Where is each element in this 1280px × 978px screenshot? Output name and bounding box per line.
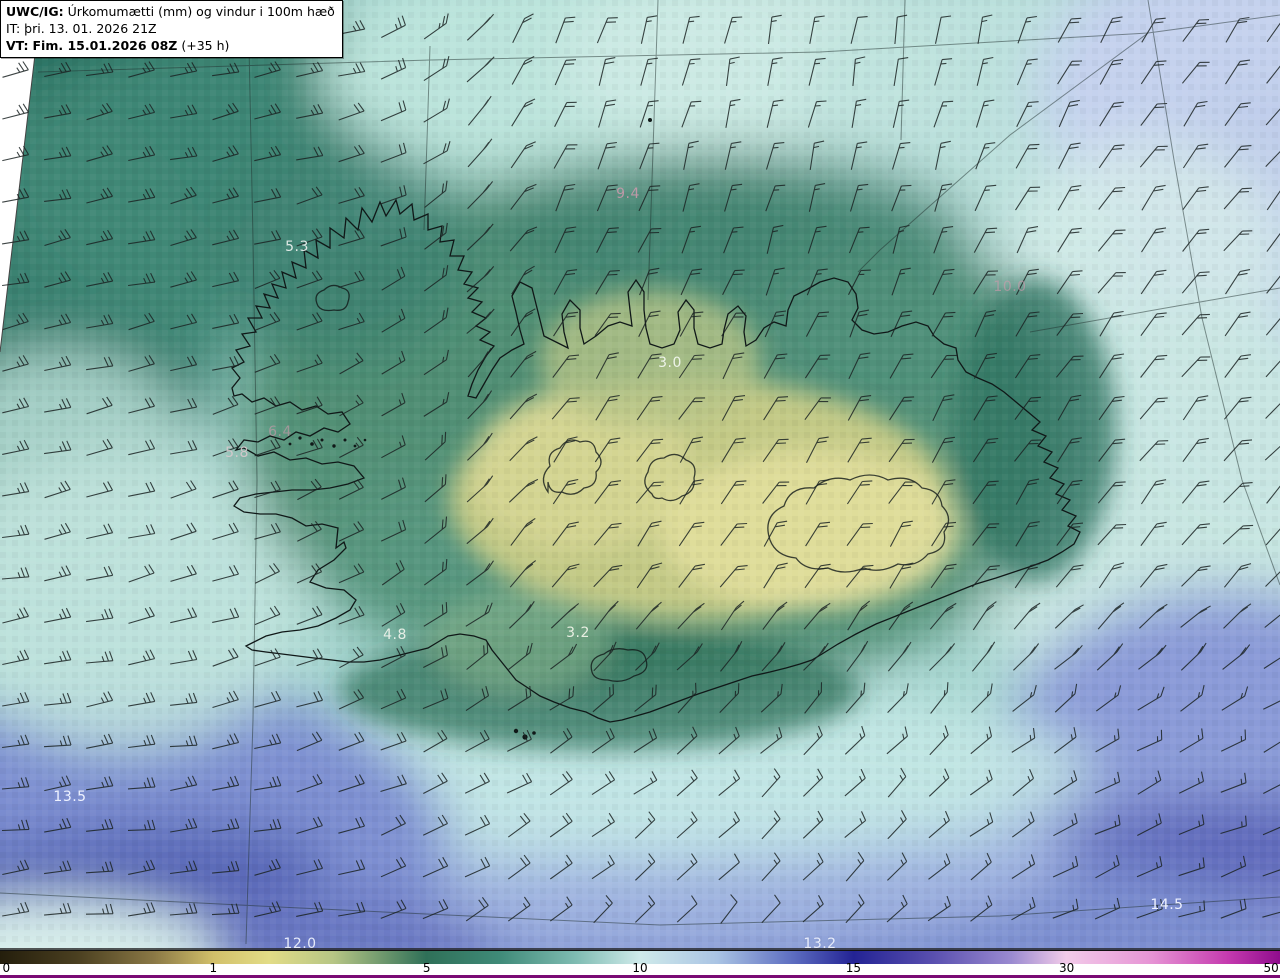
colorbar: 0 1 5 10 15 30 50 — [0, 950, 1280, 978]
colorbar-tick-label: 5 — [422, 961, 431, 975]
model-label: UWC/IG: — [6, 4, 64, 19]
model-grid-texture — [0, 0, 1280, 950]
island-dot — [363, 438, 367, 442]
valid-label: VT: — [6, 38, 29, 53]
init-label: IT: — [6, 21, 21, 36]
colorbar-tick-label: 30 — [1059, 961, 1075, 975]
colorbar-tick-label: 10 — [632, 961, 648, 975]
title-line: UWC/IG: Úrkomumætti (mm) og vindur i 100… — [6, 3, 335, 20]
lead-time: (+35 h) — [181, 38, 230, 53]
island-dot — [332, 444, 336, 448]
island-dot — [298, 436, 302, 440]
island-dot — [532, 731, 536, 735]
map-area — [0, 0, 1280, 950]
colorbar-tick-label: 0 — [2, 961, 11, 975]
island-dot — [310, 442, 314, 446]
colorbar-ticks: 0 1 5 10 15 30 50 — [0, 961, 1280, 975]
colorbar-tick-label: 50 — [1263, 961, 1279, 975]
valid-time: Fim. 15.01.2026 08Z — [32, 38, 178, 53]
valid-time-line: VT: Fim. 15.01.2026 08Z (+35 h) — [6, 37, 335, 54]
colorbar-tick-label: 1 — [209, 961, 218, 975]
island-dot — [320, 438, 324, 442]
island-dot — [353, 444, 357, 448]
colorbar-tick-label: 15 — [845, 961, 861, 975]
page-title: Úrkomumætti (mm) og vindur i 100m hæð — [67, 4, 335, 19]
title-box: UWC/IG: Úrkomumætti (mm) og vindur i 100… — [0, 0, 343, 58]
island-dot — [513, 728, 519, 734]
island-dot — [648, 118, 652, 122]
init-time-line: IT: þri. 13. 01. 2026 21Z — [6, 20, 335, 37]
weather-map-screen: 5.3 9.4 3.0 10.0 6.4 5.8 4.8 3.2 13.5 14.5 12.0 13.… — [0, 0, 1280, 978]
precipitation-wind-map — [0, 0, 1280, 950]
precipitation-field — [0, 0, 1280, 950]
island-dot — [288, 442, 292, 446]
island-dot — [343, 438, 347, 442]
init-time: þri. 13. 01. 2026 21Z — [24, 21, 157, 36]
